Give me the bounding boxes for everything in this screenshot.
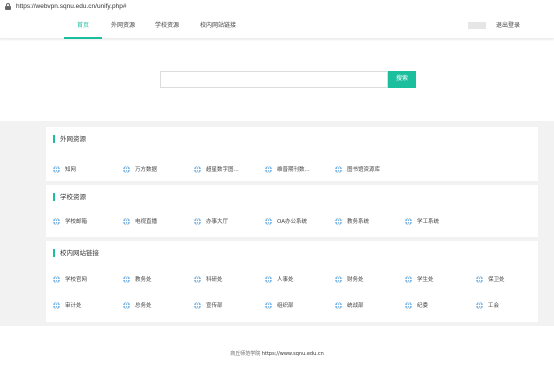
logout-link[interactable]: 退出登录 xyxy=(496,12,520,39)
top-navigation: 首页 外网资源 学校资源 校内网站链接 退出登录 xyxy=(0,12,554,39)
globe-icon xyxy=(194,301,201,309)
globe-icon xyxy=(476,301,483,309)
section-campus-links: 校内网站链接 学校官网 教务处 科研处 人事处 财务处 学生处 保卫处 审计处 … xyxy=(46,241,538,322)
globe-icon xyxy=(123,165,130,173)
globe-icon xyxy=(335,275,342,283)
globe-icon xyxy=(335,301,342,309)
link-item[interactable]: 总务处 xyxy=(123,300,152,310)
link-item[interactable]: 电视直播 xyxy=(123,216,157,226)
globe-icon xyxy=(265,165,272,173)
avatar[interactable] xyxy=(468,22,486,29)
globe-icon xyxy=(405,275,412,283)
globe-icon xyxy=(265,301,272,309)
search-button[interactable]: 搜索 xyxy=(388,71,416,88)
link-item[interactable]: 工会 xyxy=(476,300,499,310)
url-text[interactable]: https://webvpn.sqnu.edu.cn/unify.php# xyxy=(16,3,126,10)
link-item[interactable]: 知网 xyxy=(53,164,76,174)
section-title: 校内网站链接 xyxy=(53,249,99,257)
section-external-resources: 外网资源 知网 万方数据 超星数字图... 维普期刊数... 图书馆资源库 xyxy=(46,127,538,181)
section-title: 学校资源 xyxy=(53,193,86,201)
globe-icon xyxy=(265,217,272,225)
link-item[interactable]: 统战部 xyxy=(335,300,364,310)
link-item[interactable]: 学生处 xyxy=(405,274,434,284)
globe-icon xyxy=(53,275,60,283)
link-item[interactable]: 人事处 xyxy=(265,274,294,284)
globe-icon xyxy=(405,217,412,225)
link-item[interactable]: 财务处 xyxy=(335,274,364,284)
footer-website-link[interactable]: https://www.sqnu.edu.cn xyxy=(262,351,324,357)
globe-icon xyxy=(123,217,130,225)
lock-icon xyxy=(5,2,11,10)
link-item[interactable]: 教务处 xyxy=(123,274,152,284)
link-item[interactable]: 图书馆资源库 xyxy=(335,164,380,174)
globe-icon xyxy=(194,217,201,225)
link-item[interactable]: 宣传部 xyxy=(194,300,223,310)
link-item[interactable]: 组织部 xyxy=(265,300,294,310)
globe-icon xyxy=(265,275,272,283)
link-item[interactable]: 纪委 xyxy=(405,300,428,310)
link-item[interactable]: 学工系统 xyxy=(405,216,439,226)
link-item[interactable]: 万方数据 xyxy=(123,164,157,174)
content-area: 外网资源 知网 万方数据 超星数字图... 维普期刊数... 图书馆资源库 学校… xyxy=(0,121,554,326)
globe-icon xyxy=(335,165,342,173)
link-item[interactable]: 学校官网 xyxy=(53,274,87,284)
globe-icon xyxy=(123,301,130,309)
globe-icon xyxy=(335,217,342,225)
globe-icon xyxy=(405,301,412,309)
globe-icon xyxy=(53,165,60,173)
section-title: 外网资源 xyxy=(53,135,86,143)
tab-campus-links[interactable]: 校内网站链接 xyxy=(198,12,238,39)
browser-address-bar[interactable]: https://webvpn.sqnu.edu.cn/unify.php# xyxy=(0,0,554,12)
globe-icon xyxy=(53,217,60,225)
link-item[interactable]: 教务系统 xyxy=(335,216,369,226)
link-item[interactable]: OA办公系统 xyxy=(265,216,307,226)
link-item[interactable]: 保卫处 xyxy=(476,274,505,284)
link-item[interactable]: 超星数字图... xyxy=(194,164,239,174)
globe-icon xyxy=(194,165,201,173)
section-school-resources: 学校资源 学校邮箱 电视直播 办事大厅 OA办公系统 教务系统 学工系统 xyxy=(46,185,538,237)
tab-external-resources[interactable]: 外网资源 xyxy=(108,12,138,39)
globe-icon xyxy=(123,275,130,283)
tab-home[interactable]: 首页 xyxy=(64,12,102,39)
footer: 商丘师范学院 https://www.sqnu.edu.cn xyxy=(0,350,554,357)
tab-school-resources[interactable]: 学校资源 xyxy=(152,12,182,39)
globe-icon xyxy=(194,275,201,283)
link-item[interactable]: 维普期刊数... xyxy=(265,164,310,174)
link-item[interactable]: 科研处 xyxy=(194,274,223,284)
link-item[interactable]: 审计处 xyxy=(53,300,82,310)
search-input[interactable] xyxy=(160,71,388,88)
globe-icon xyxy=(476,275,483,283)
link-item[interactable]: 学校邮箱 xyxy=(53,216,87,226)
footer-label: 商丘师范学院 xyxy=(230,351,261,357)
globe-icon xyxy=(53,301,60,309)
link-item[interactable]: 办事大厅 xyxy=(194,216,228,226)
